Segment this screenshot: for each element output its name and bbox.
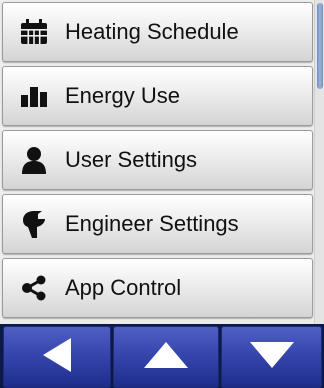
navigation-bar <box>0 324 324 388</box>
share-icon <box>19 273 49 303</box>
menu-item-energy-use[interactable]: Energy Use <box>2 66 313 126</box>
scroll-thumb[interactable] <box>317 3 323 89</box>
menu-item-label: Heating Schedule <box>65 19 239 44</box>
menu-item-engineer-settings[interactable]: Engineer Settings <box>2 194 313 254</box>
menu-item-heating-schedule[interactable]: Heating Schedule <box>2 2 313 62</box>
menu-item-label: Energy Use <box>65 83 180 108</box>
arrow-up-icon <box>143 341 189 374</box>
menu-item-label: App Control <box>65 275 182 300</box>
menu-item-app-control[interactable]: App Control <box>2 258 313 318</box>
user-icon <box>19 145 49 175</box>
settings-menu: Heating Schedule Energy Use User Setting… <box>0 0 313 324</box>
arrow-down-icon <box>249 341 295 374</box>
bar-chart-icon <box>19 81 49 111</box>
wrench-icon <box>19 209 49 239</box>
menu-item-label: User Settings <box>65 147 198 172</box>
scroll-down-button[interactable] <box>221 326 322 388</box>
back-button[interactable] <box>3 326 111 388</box>
scroll-up-button[interactable] <box>113 326 219 388</box>
arrow-left-icon <box>41 337 73 378</box>
menu-scrollbar[interactable] <box>314 0 324 324</box>
menu-item-label: Engineer Settings <box>65 211 239 236</box>
menu-item-user-settings[interactable]: User Settings <box>2 130 313 190</box>
calendar-icon <box>19 17 49 47</box>
